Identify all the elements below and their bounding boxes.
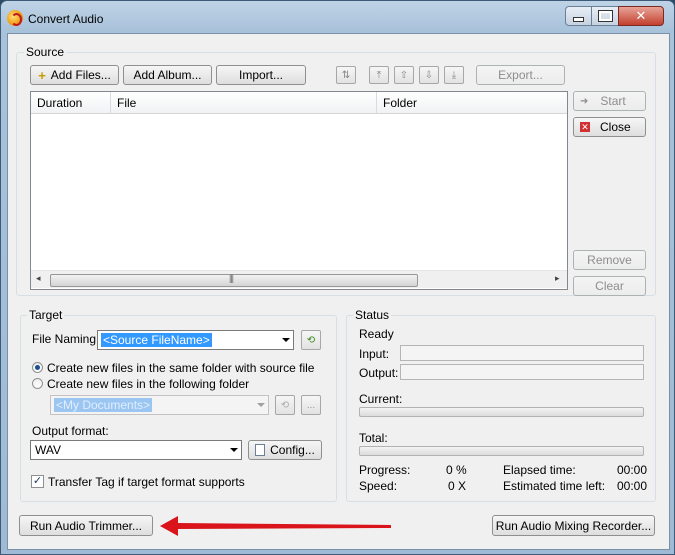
progress-label: Progress: <box>359 463 411 477</box>
estimated-time-label: Estimated time left: <box>503 479 606 493</box>
speed-value: 0 X <box>448 479 467 493</box>
estimated-time-value: 00:00 <box>617 479 648 493</box>
refresh-icon: ⟲ <box>280 399 290 411</box>
title-bar[interactable]: Convert Audio ✕ <box>1 1 674 35</box>
app-logo-icon <box>7 10 23 26</box>
export-button[interactable]: Export... <box>476 65 565 85</box>
chevron-down-icon <box>230 448 238 452</box>
output-field <box>400 364 644 380</box>
refresh-icon: ⟲ <box>306 334 316 346</box>
output-label: Output: <box>359 366 399 380</box>
run-audio-trimmer-button[interactable]: Run Audio Trimmer... <box>19 515 153 536</box>
folder-value: <My Documents> <box>54 398 153 412</box>
minimize-icon <box>573 16 584 22</box>
radio-same-folder[interactable] <box>32 362 43 373</box>
target-group-label: Target <box>27 308 65 322</box>
refresh-naming-button[interactable]: ⟲ <box>301 330 321 350</box>
file-naming-label: File Naming: <box>32 332 100 346</box>
status-group-label: Status <box>353 308 392 322</box>
scroll-left-icon[interactable]: ◂ <box>36 273 41 284</box>
total-progress-bar <box>359 446 644 456</box>
elapsed-time-label: Elapsed time: <box>503 463 576 477</box>
annotation-arrow <box>160 516 391 536</box>
status-state: Ready <box>359 327 394 341</box>
annotation-arrow-shape <box>160 516 391 536</box>
move-down-button[interactable]: ⇩ <box>419 66 439 84</box>
start-button[interactable]: ➜ Start <box>573 91 646 111</box>
move-bottom-icon: ⤓ <box>451 69 457 81</box>
arrow-down-icon: ⇩ <box>424 69 434 81</box>
dialog-client-area: Source + Add Files... Add Album... Impor… <box>7 33 670 550</box>
chevron-down-icon <box>257 403 265 407</box>
radio-following-folder[interactable] <box>32 378 43 389</box>
browse-folder-button[interactable]: ... <box>301 395 321 415</box>
config-label: Config... <box>270 443 315 457</box>
current-progress-bar <box>359 407 644 417</box>
chevron-down-icon <box>282 338 290 342</box>
total-label: Total: <box>359 431 388 445</box>
radio-same-folder-label[interactable]: Create new files in the same folder with… <box>47 361 314 375</box>
file-naming-value: <Source FileName> <box>101 333 212 347</box>
close-button[interactable]: ✕ Close <box>573 117 646 137</box>
move-top-button[interactable]: ⤒ <box>369 66 389 84</box>
arrow-up-icon: ⇧ <box>399 69 409 81</box>
maximize-icon <box>597 10 613 22</box>
config-button[interactable]: Config... <box>248 440 322 460</box>
move-bottom-button[interactable]: ⤓ <box>444 66 464 84</box>
close-window-button[interactable]: ✕ <box>618 6 664 26</box>
scroll-thumb[interactable]: ||| <box>50 273 418 287</box>
run-audio-mixing-recorder-button[interactable]: Run Audio Mixing Recorder... <box>492 515 655 536</box>
column-header-duration[interactable]: Duration <box>31 92 111 114</box>
add-files-button[interactable]: + Add Files... <box>30 65 119 85</box>
start-label: Start <box>600 94 626 108</box>
minimize-button[interactable] <box>565 6 592 26</box>
close-x-icon: ✕ <box>580 122 590 132</box>
convert-audio-window: Convert Audio ✕ Source + Add Files... Ad… <box>0 0 675 555</box>
transfer-tag-checkbox[interactable]: ✓ <box>31 475 44 488</box>
refresh-folder-button[interactable]: ⟲ <box>275 395 295 415</box>
output-format-value: WAV <box>35 443 61 457</box>
sort-button[interactable]: ⇅ <box>336 66 356 84</box>
progress-value: 0 % <box>446 463 467 477</box>
file-naming-combo[interactable]: <Source FileName> <box>97 330 294 350</box>
sort-icon: ⇅ <box>341 69 351 81</box>
radio-following-folder-label[interactable]: Create new files in the following folder <box>47 377 249 391</box>
source-file-list[interactable]: Duration File Folder ◂ ||| ▸ <box>30 91 568 290</box>
source-group-label: Source <box>24 45 67 59</box>
column-header-folder[interactable]: Folder <box>377 92 567 114</box>
column-header-file[interactable]: File <box>111 92 377 114</box>
remove-button[interactable]: Remove <box>573 250 646 270</box>
window-title: Convert Audio <box>28 12 104 26</box>
current-label: Current: <box>359 392 403 406</box>
close-label: Close <box>600 120 631 134</box>
add-files-label: Add Files... <box>50 68 111 82</box>
scroll-right-icon[interactable]: ▸ <box>555 273 560 284</box>
document-icon <box>255 444 266 456</box>
import-button[interactable]: Import... <box>216 65 306 85</box>
play-arrow-icon: ➜ <box>580 95 589 107</box>
clear-button[interactable]: Clear <box>573 276 646 296</box>
transfer-tag-label[interactable]: Transfer Tag if target format supports <box>48 475 245 489</box>
grip-icon: ||| <box>229 273 234 283</box>
horizontal-scrollbar[interactable]: ◂ ||| ▸ <box>31 270 567 288</box>
folder-combo[interactable]: <My Documents> <box>50 395 269 415</box>
output-format-combo[interactable]: WAV <box>30 440 242 460</box>
elapsed-time-value: 00:00 <box>617 463 648 477</box>
add-album-button[interactable]: Add Album... <box>123 65 212 85</box>
add-icon: + <box>38 67 46 83</box>
speed-label: Speed: <box>359 479 398 493</box>
move-up-button[interactable]: ⇧ <box>394 66 414 84</box>
input-field <box>400 345 644 361</box>
maximize-button[interactable] <box>591 6 619 26</box>
input-label: Input: <box>359 347 390 361</box>
move-top-icon: ⤒ <box>376 69 382 81</box>
close-icon: ✕ <box>635 8 647 24</box>
output-format-label: Output format: <box>32 424 109 438</box>
